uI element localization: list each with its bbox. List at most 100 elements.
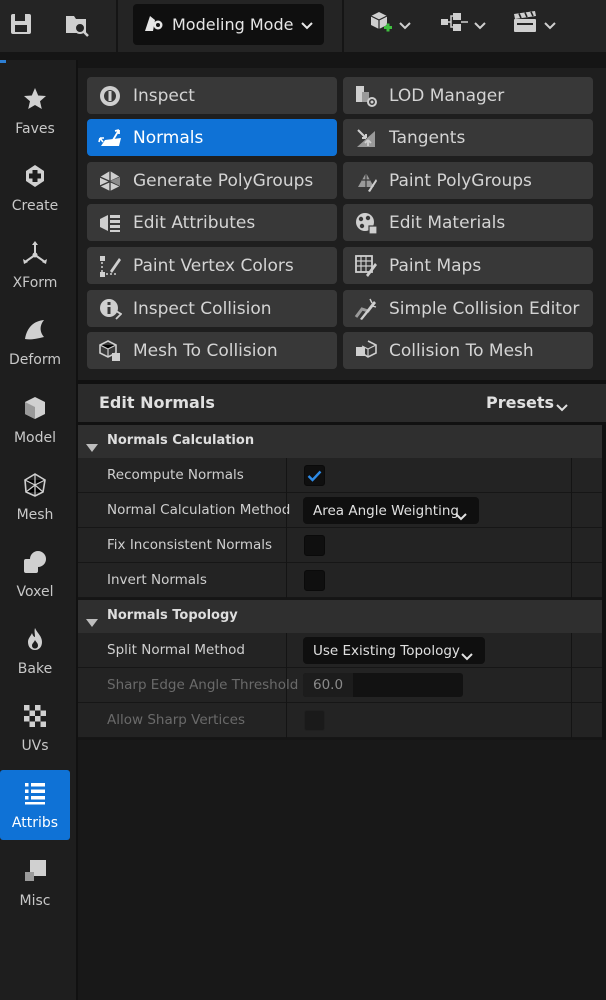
- create-icon: [22, 163, 48, 193]
- tool-lod-manager[interactable]: LOD Manager: [343, 77, 593, 114]
- column-divider: [571, 458, 572, 493]
- category-label: Model: [13, 430, 57, 446]
- presets-button[interactable]: Presets: [486, 393, 554, 412]
- tool-label: LOD Manager: [389, 85, 505, 106]
- tool-normals[interactable]: Normals: [87, 119, 337, 156]
- generate-polygroups-icon: [87, 162, 133, 199]
- mesh-icon: [22, 472, 48, 502]
- category-label: Misc: [19, 893, 51, 909]
- dropdown-value: Area Angle Weighting: [313, 502, 459, 519]
- cinematics-dropdown[interactable]: [512, 8, 556, 40]
- category-voxel[interactable]: Voxel: [0, 539, 70, 609]
- add-actor-dropdown[interactable]: [367, 8, 411, 40]
- tool-inspect-collision[interactable]: Inspect Collision: [87, 290, 337, 327]
- split-normal-method-dropdown[interactable]: Use Existing Topology: [303, 637, 485, 664]
- category-label: Mesh: [16, 507, 54, 523]
- toolbar-divider-strip: [0, 52, 606, 60]
- row-fix-inconsistent-normals: Fix Inconsistent Normals: [78, 528, 602, 563]
- property-label: Split Normal Method: [107, 642, 245, 658]
- section-normals-topology[interactable]: Normals Topology: [78, 600, 602, 633]
- tool-collision-to-mesh[interactable]: Collision To Mesh: [343, 332, 593, 369]
- chevron-down-icon[interactable]: [556, 397, 568, 416]
- main-toolbar: Modeling Mode: [0, 0, 606, 52]
- category-uvs[interactable]: UVs: [0, 693, 70, 763]
- save-icon[interactable]: [7, 10, 35, 38]
- toolbar-divider: [116, 0, 118, 52]
- column-divider: [286, 458, 287, 493]
- category-model[interactable]: Model: [0, 385, 70, 455]
- column-divider: [286, 563, 287, 598]
- category-faves[interactable]: Faves: [0, 76, 70, 146]
- row-sharp-edge-angle-threshold: Sharp Edge Angle Threshold 60.0: [78, 668, 602, 703]
- category-label: Create: [11, 198, 59, 214]
- category-bake[interactable]: Bake: [0, 616, 70, 686]
- details-empty-area: [78, 740, 606, 1000]
- collapse-arrow-icon[interactable]: [86, 437, 98, 456]
- allow-sharp-vertices-checkbox[interactable]: [304, 710, 325, 731]
- category-label: Faves: [15, 121, 55, 137]
- property-label: Fix Inconsistent Normals: [107, 537, 273, 553]
- paint-vertex-colors-icon: [87, 247, 133, 284]
- row-invert-normals: Invert Normals: [78, 563, 602, 598]
- uvs-checker-icon: [22, 703, 48, 733]
- sharp-edge-angle-threshold-field[interactable]: 60.0: [303, 673, 463, 697]
- model-icon: [22, 395, 48, 425]
- content-browser-icon[interactable]: [63, 10, 91, 38]
- tool-label: Generate PolyGroups: [133, 170, 314, 191]
- toolbar-divider: [342, 0, 344, 52]
- attributes-list-icon: [22, 780, 48, 810]
- collapse-arrow-icon[interactable]: [86, 612, 98, 631]
- column-divider: [571, 528, 572, 563]
- bake-flame-icon: [22, 626, 48, 656]
- tool-label: Mesh To Collision: [133, 340, 278, 361]
- invert-normals-checkbox[interactable]: [304, 570, 325, 591]
- inspect-collision-icon: [87, 290, 133, 327]
- property-label: Sharp Edge Angle Threshold: [107, 677, 299, 693]
- tool-edit-attributes[interactable]: Edit Attributes: [87, 204, 337, 241]
- column-divider: [286, 528, 287, 563]
- property-label: Normal Calculation Method: [107, 502, 291, 518]
- panel-right-border: [602, 425, 606, 740]
- misc-icon: [22, 858, 48, 888]
- collision-to-mesh-icon: [343, 332, 389, 369]
- tool-tangents[interactable]: Tangents: [343, 119, 593, 156]
- column-divider: [571, 633, 572, 668]
- cinematics-icon: [512, 10, 540, 38]
- tool-edit-materials[interactable]: Edit Materials: [343, 204, 593, 241]
- section-normals-calculation[interactable]: Normals Calculation: [78, 425, 602, 458]
- category-deform[interactable]: Deform: [0, 307, 70, 377]
- blueprint-dropdown[interactable]: [440, 8, 486, 40]
- category-label: Voxel: [16, 584, 54, 600]
- tool-label: Inspect Collision: [133, 298, 272, 319]
- tool-inspect[interactable]: Inspect: [87, 77, 337, 114]
- tool-simple-collision-editor[interactable]: Simple Collision Editor: [343, 290, 593, 327]
- tool-label: Collision To Mesh: [389, 340, 534, 361]
- tool-label: Paint Maps: [389, 255, 482, 276]
- tangents-icon: [343, 119, 389, 156]
- modeling-mode-dropdown[interactable]: Modeling Mode: [133, 4, 324, 45]
- tool-mesh-to-collision[interactable]: Mesh To Collision: [87, 332, 337, 369]
- tool-label: Paint Vertex Colors: [133, 255, 294, 276]
- fix-inconsistent-normals-checkbox[interactable]: [304, 535, 325, 556]
- tool-label: Inspect: [133, 85, 195, 106]
- column-divider: [286, 703, 287, 738]
- transform-icon: [22, 240, 48, 270]
- column-divider: [286, 633, 287, 668]
- tool-label: Edit Materials: [389, 212, 506, 233]
- category-mesh[interactable]: Mesh: [0, 462, 70, 532]
- normal-calculation-method-dropdown[interactable]: Area Angle Weighting: [303, 497, 479, 524]
- category-create[interactable]: Create: [0, 153, 70, 223]
- chevron-down-icon: [461, 646, 473, 665]
- tool-paint-vertex-colors[interactable]: Paint Vertex Colors: [87, 247, 337, 284]
- category-xform[interactable]: XForm: [0, 230, 70, 300]
- section-title: Normals Topology: [107, 608, 238, 623]
- chevron-down-icon: [544, 15, 556, 34]
- recompute-normals-checkbox[interactable]: [304, 465, 325, 486]
- category-attribs[interactable]: Attribs: [0, 770, 70, 840]
- tool-paint-maps[interactable]: Paint Maps: [343, 247, 593, 284]
- tool-paint-polygroups[interactable]: Paint PolyGroups: [343, 162, 593, 199]
- category-misc[interactable]: Misc: [0, 848, 70, 918]
- tool-label: Normals: [133, 127, 204, 148]
- tool-generate-polygroups[interactable]: Generate PolyGroups: [87, 162, 337, 199]
- chevron-down-icon: [455, 506, 467, 525]
